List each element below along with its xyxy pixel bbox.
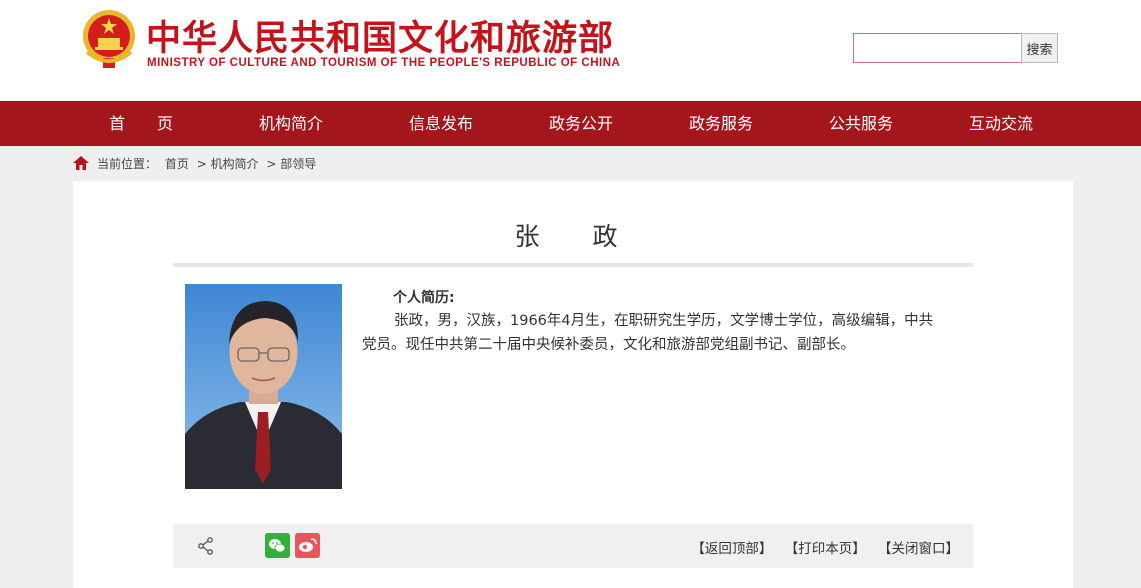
wechat-icon[interactable] — [265, 533, 290, 558]
main-nav: 首 页 机构简介 信息发布 政务公开 政务服务 公共服务 互动交流 — [0, 101, 1141, 146]
share-bar: 【返回顶部】 【打印本页】 【关闭窗口】 — [173, 524, 973, 568]
nav-item-government-services[interactable]: 政务服务 — [689, 101, 753, 146]
nav-item-public-affairs[interactable]: 政务公开 — [549, 101, 613, 146]
bio-heading: 个人简历: — [393, 290, 455, 306]
print-page-link[interactable]: 【打印本页】 — [785, 541, 866, 557]
site-subtitle: MINISTRY OF CULTURE AND TOURISM OF THE P… — [147, 57, 621, 69]
nav-item-interaction[interactable]: 互动交流 — [969, 101, 1033, 146]
breadcrumb-label: 当前位置： — [97, 157, 158, 171]
home-icon — [73, 156, 89, 170]
nav-item-public-services[interactable]: 公共服务 — [829, 101, 893, 146]
page-title: 张 政 — [514, 222, 632, 251]
breadcrumb-home[interactable]: 首页 — [165, 157, 189, 171]
search-button[interactable]: 搜索 — [1021, 33, 1058, 63]
breadcrumb: 当前位置： 首页 > 机构简介 > 部领导 — [97, 155, 320, 173]
title-divider — [173, 263, 973, 267]
nav-item-about[interactable]: 机构简介 — [259, 101, 323, 146]
site-header: 中华人民共和国文化和旅游部 MINISTRY OF CULTURE AND TO… — [0, 0, 1141, 101]
footer-links: 【返回顶部】 【打印本页】 【关闭窗口】 — [683, 537, 959, 557]
breadcrumb-leaders[interactable]: > 部领导 — [266, 157, 316, 171]
back-to-top-link[interactable]: 【返回顶部】 — [691, 541, 772, 557]
content-panel: 张 政 个人简历: 张政，男，汉族，1966年4月生，在职研究生学历，文学博士学… — [73, 181, 1073, 588]
site-title[interactable]: 中华人民共和国文化和旅游部 — [146, 10, 614, 61]
breadcrumb-about[interactable]: > 机构简介 — [197, 157, 259, 171]
weibo-icon[interactable] — [295, 533, 320, 558]
nav-item-news[interactable]: 信息发布 — [409, 101, 473, 146]
portrait-photo — [185, 284, 342, 489]
share-icon[interactable] — [198, 537, 214, 555]
national-emblem-icon[interactable] — [81, 8, 137, 70]
nav-item-home[interactable]: 首 页 — [109, 101, 173, 146]
close-window-link[interactable]: 【关闭窗口】 — [878, 541, 959, 557]
bio-text: 张政，男，汉族，1966年4月生，在职研究生学历，文学博士学位，高级编辑，中共党… — [362, 313, 934, 353]
search-input[interactable] — [853, 33, 1022, 63]
